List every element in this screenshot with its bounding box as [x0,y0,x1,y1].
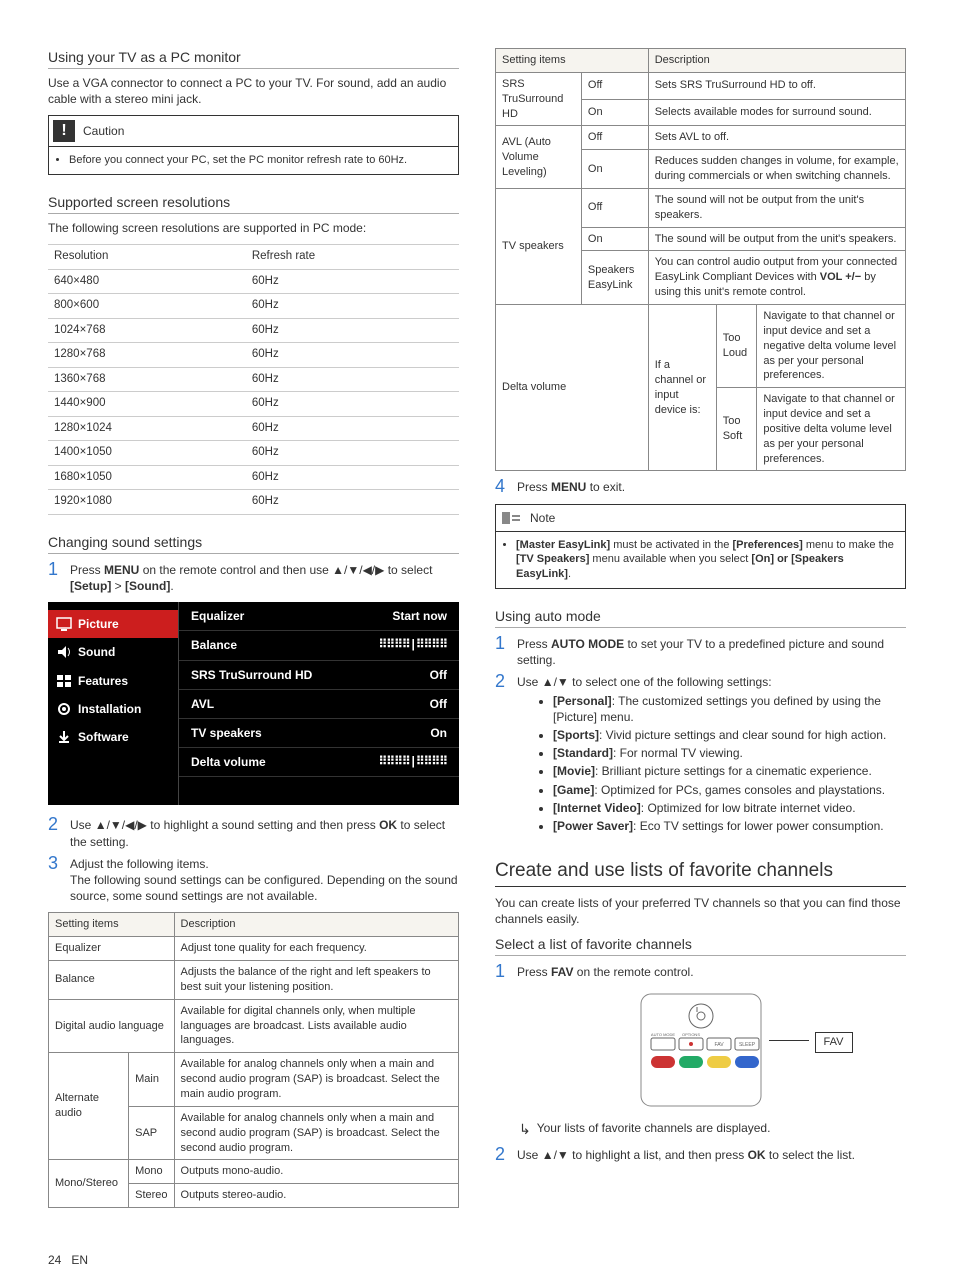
sound-settings-table: Setting items Description EqualizerAdjus… [48,912,459,1208]
step-number: 3 [48,854,62,872]
features-icon [56,673,72,689]
fav-callout: FAV [815,1032,853,1053]
heading-favorites: Create and use lists of favorite channel… [495,858,906,887]
table-row: 1440×900 [48,392,246,417]
svg-text:FAV: FAV [714,1042,724,1048]
heading-pc-monitor: Using your TV as a PC monitor [48,48,459,69]
list-item: [Power Saver]: Eco TV settings for lower… [553,818,906,834]
section-favorites: Create and use lists of favorite channel… [495,858,906,1163]
resolutions-intro: The following screen resolutions are sup… [48,220,459,236]
menu-row: TV speakersOn [179,719,459,748]
step-number: 2 [495,672,509,690]
note-box: Note [Master EasyLink] must be activated… [495,504,906,590]
step-number: 2 [495,1145,509,1163]
list-item: [Movie]: Brilliant picture settings for … [553,763,906,779]
step-number: 1 [495,962,509,980]
sound-settings-table-2: Setting items Description SRS TruSurroun… [495,48,906,471]
installation-icon [56,701,72,717]
svg-text:AUTO MODE: AUTO MODE [650,1032,674,1037]
table-row: 1680×1050 [48,465,246,490]
list-item: [Sports]: Vivid picture settings and cle… [553,727,906,743]
caution-item: Before you connect your PC, set the PC m… [69,153,450,168]
menu-item-sound: Sound [48,638,178,666]
table-row: 1280×1024 [48,416,246,441]
list-item: [Personal]: The customized settings you … [553,693,906,725]
picture-icon [56,616,72,632]
favorites-intro: You can create lists of your preferred T… [495,895,906,927]
section-resolutions: Supported screen resolutions The followi… [48,193,459,515]
section-auto-mode: Using auto mode 1 Press AUTO MODE to set… [495,607,906,840]
menu-item-features: Features [48,667,178,695]
menu-item-picture: Picture [48,610,178,638]
heading-select-fav: Select a list of favorite channels [495,935,906,956]
table-row: 800×600 [48,294,246,319]
menu-row: Balance⠿⠿⠿⠿|⠿⠿⠿⠿ [179,631,459,660]
step-number: 1 [495,634,509,652]
menu-item-installation: Installation [48,695,178,723]
heading-resolutions: Supported screen resolutions [48,193,459,214]
col-refresh: Refresh rate [246,245,459,270]
caution-box: ! Caution Before you connect your PC, se… [48,115,459,175]
software-icon [56,729,72,745]
result-arrow: ↳ Your lists of favorite channels are di… [519,1120,906,1139]
svg-text:SLEEP: SLEEP [738,1042,755,1048]
on-screen-menu: PictureSoundFeaturesInstallationSoftware… [48,602,459,805]
menu-row: Delta volume⠿⠿⠿⠿|⠿⠿⠿⠿ [179,748,459,777]
page-number: 24 [48,1253,61,1267]
sound-icon [56,644,72,660]
table-row: 1400×1050 [48,441,246,466]
section-pc-monitor: Using your TV as a PC monitor Use a VGA … [48,48,459,175]
note-icon [500,509,522,527]
remote-diagram: AUTO MODE OPTIONS FAV SLEEP [495,988,906,1112]
th-description: Description [174,913,458,937]
section-sound: Changing sound settings 1 Press MENU on … [48,533,459,1208]
note-title: Note [530,510,555,526]
step-body: Use ▲/▼/◀/▶ to highlight a sound setting… [70,815,459,849]
menu-row: SRS TruSurround HDOff [179,661,459,690]
table-row: 1920×1080 [48,490,246,515]
step-number: 2 [48,815,62,833]
step-body: Press MENU on the remote control and the… [70,560,459,594]
menu-row: EqualizerStart now [179,602,459,631]
menu-item-software: Software [48,723,178,751]
resolutions-table: Resolution Refresh rate 640×48060Hz800×6… [48,244,459,515]
th-setting-items: Setting items [49,913,175,937]
list-item: [Standard]: For normal TV viewing. [553,745,906,761]
caution-icon: ! [53,120,75,142]
col-resolution: Resolution [48,245,246,270]
step-number: 1 [48,560,62,578]
caution-title: Caution [83,123,124,139]
svg-text:OPTIONS: OPTIONS [681,1032,699,1037]
list-item: [Internet Video]: Optimized for low bitr… [553,800,906,816]
pc-monitor-body: Use a VGA connector to connect a PC to y… [48,75,459,107]
step-body: Adjust the following items. The followin… [70,854,459,905]
table-row: 1360×768 [48,367,246,392]
heading-sound: Changing sound settings [48,533,459,554]
arrow-icon: ↳ [519,1120,531,1139]
table-row: 1024×768 [48,318,246,343]
table-row: 640×480 [48,269,246,294]
heading-auto-mode: Using auto mode [495,607,906,628]
menu-row: AVLOff [179,690,459,719]
list-item: [Game]: Optimized for PCs, games console… [553,782,906,798]
step-number: 4 [495,477,509,495]
page-footer: 24 EN [48,1252,906,1268]
page-lang: EN [71,1253,88,1267]
table-row: 1280×768 [48,343,246,368]
